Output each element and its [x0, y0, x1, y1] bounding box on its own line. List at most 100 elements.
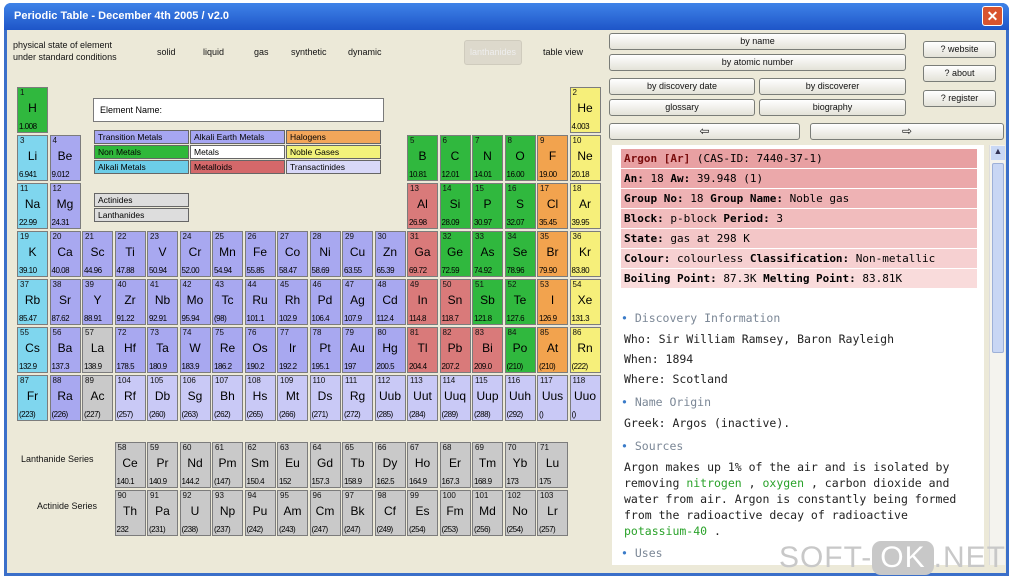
element-cell[interactable]: 81 Tl 204.4 — [407, 327, 438, 373]
element-cell[interactable]: 68 Er 167.3 — [439, 442, 471, 488]
element-cell[interactable]: 53 I 126.9 — [537, 279, 568, 325]
element-cell[interactable]: 88 Ra (226) — [49, 375, 81, 421]
element-cell[interactable]: 113 Uut (284) — [407, 375, 438, 421]
sort-by-name-button[interactable]: by name — [609, 33, 906, 50]
website-button[interactable]: ? website — [923, 41, 996, 58]
state-solid[interactable]: solid — [157, 46, 176, 58]
element-cell[interactable]: 70 Yb 173 — [504, 442, 536, 488]
element-cell[interactable]: 92 U (238) — [179, 490, 211, 536]
element-cell[interactable]: 95 Am (243) — [277, 490, 308, 536]
element-cell[interactable]: 63 Eu 152 — [277, 442, 308, 488]
element-cell[interactable]: 35 Br 79.90 — [537, 231, 568, 277]
element-cell[interactable]: 38 Sr 87.62 — [49, 279, 81, 325]
element-cell[interactable]: 50 Sn 118.7 — [439, 279, 471, 325]
element-cell[interactable]: 66 Dy 162.5 — [374, 442, 406, 488]
element-cell[interactable]: 51 Sb 121.8 — [472, 279, 503, 325]
table-view-button[interactable]: table view — [543, 46, 583, 58]
element-cell[interactable]: 4 Be 9.012 — [49, 135, 81, 181]
element-cell[interactable]: 29 Cu 63.55 — [342, 231, 373, 277]
element-cell[interactable]: 98 Cf (249) — [374, 490, 406, 536]
element-cell[interactable]: 20 Ca 40.08 — [49, 231, 81, 277]
element-cell[interactable]: 71 Lu 175 — [537, 442, 568, 488]
state-liquid[interactable]: liquid — [203, 46, 224, 58]
element-cell[interactable]: 65 Tb 158.9 — [342, 442, 373, 488]
element-cell[interactable]: 36 Kr 83.80 — [569, 231, 601, 277]
element-cell[interactable]: 90 Th 232 — [114, 490, 146, 536]
element-cell[interactable]: 17 Cl 35.45 — [537, 183, 568, 229]
info-scrollbar[interactable]: ▲ — [989, 145, 1005, 565]
element-cell[interactable]: 99 Es (254) — [407, 490, 438, 536]
element-cell[interactable]: 42 Mo 95.94 — [179, 279, 211, 325]
element-cell[interactable]: 93 Np (237) — [212, 490, 243, 536]
element-cell[interactable]: 18 Ar 39.95 — [569, 183, 601, 229]
element-cell[interactable]: 73 Ta 180.9 — [147, 327, 178, 373]
element-cell[interactable]: 57 La 138.9 — [82, 327, 113, 373]
element-cell[interactable]: 1 H 1.008 — [17, 87, 48, 133]
scroll-up-icon[interactable]: ▲ — [991, 146, 1005, 160]
element-cell[interactable]: 31 Ga 69.72 — [407, 231, 438, 277]
element-cell[interactable]: 5 B 10.81 — [407, 135, 438, 181]
next-arrow-button[interactable]: ⇨ — [810, 123, 1004, 140]
element-cell[interactable]: 44 Ru 101.1 — [244, 279, 276, 325]
element-cell[interactable]: 58 Ce 140.1 — [114, 442, 146, 488]
element-cell[interactable]: 6 C 12.01 — [439, 135, 471, 181]
element-cell[interactable]: 52 Te 127.6 — [504, 279, 536, 325]
element-cell[interactable]: 115 Uup (288) — [472, 375, 503, 421]
element-cell[interactable]: 24 Cr 52.00 — [179, 231, 211, 277]
element-cell[interactable]: 78 Pt 195.1 — [309, 327, 341, 373]
element-cell[interactable]: 2 He 4.003 — [569, 87, 601, 133]
element-cell[interactable]: 7 N 14.01 — [472, 135, 503, 181]
glossary-button[interactable]: glossary — [609, 99, 755, 116]
element-cell[interactable]: 103 Lr (257) — [537, 490, 568, 536]
element-cell[interactable]: 86 Rn (222) — [569, 327, 601, 373]
element-cell[interactable]: 62 Sm 150.4 — [244, 442, 276, 488]
element-cell[interactable]: 116 Uuh (292) — [504, 375, 536, 421]
element-cell[interactable]: 41 Nb 92.91 — [147, 279, 178, 325]
element-cell[interactable]: 32 Ge 72.59 — [439, 231, 471, 277]
element-cell[interactable]: 79 Au 197 — [342, 327, 373, 373]
element-cell[interactable]: 19 K 39.10 — [17, 231, 48, 277]
element-cell[interactable]: 12 Mg 24.31 — [49, 183, 81, 229]
lanthanides-button[interactable]: Lanthanides — [94, 208, 189, 222]
element-cell[interactable]: 101 Md (256) — [472, 490, 503, 536]
element-cell[interactable]: 89 Ac (227) — [82, 375, 113, 421]
element-cell[interactable]: 43 Tc (98) — [212, 279, 243, 325]
element-cell[interactable]: 105 Db (260) — [147, 375, 178, 421]
element-cell[interactable]: 11 Na 22.99 — [17, 183, 48, 229]
element-cell[interactable]: 54 Xe 131.3 — [569, 279, 601, 325]
element-cell[interactable]: 13 Al 26.98 — [407, 183, 438, 229]
element-cell[interactable]: 114 Uuq (289) — [439, 375, 471, 421]
element-cell[interactable]: 56 Ba 137.3 — [49, 327, 81, 373]
biography-button[interactable]: biography — [759, 99, 906, 116]
potassium-40-link[interactable]: potassium-40 — [624, 524, 707, 538]
element-cell[interactable]: 87 Fr (223) — [17, 375, 48, 421]
element-cell[interactable]: 46 Pd 106.4 — [309, 279, 341, 325]
element-cell[interactable]: 102 No (254) — [504, 490, 536, 536]
element-cell[interactable]: 59 Pr 140.9 — [147, 442, 178, 488]
element-cell[interactable]: 49 In 114.8 — [407, 279, 438, 325]
element-cell[interactable]: 108 Hs (265) — [244, 375, 276, 421]
element-cell[interactable]: 34 Se 78.96 — [504, 231, 536, 277]
element-cell[interactable]: 111 Rg (272) — [342, 375, 373, 421]
element-cell[interactable]: 118 Uuo () — [569, 375, 601, 421]
element-cell[interactable]: 69 Tm 168.9 — [472, 442, 503, 488]
element-cell[interactable]: 21 Sc 44.96 — [82, 231, 113, 277]
state-synthetic[interactable]: synthetic — [291, 46, 327, 58]
element-cell[interactable]: 97 Bk (247) — [342, 490, 373, 536]
actinides-button[interactable]: Actinides — [94, 193, 189, 207]
state-gas[interactable]: gas — [254, 46, 269, 58]
element-cell[interactable]: 74 W 183.9 — [179, 327, 211, 373]
element-cell[interactable]: 16 S 32.07 — [504, 183, 536, 229]
about-button[interactable]: ? about — [923, 65, 996, 82]
element-cell[interactable]: 94 Pu (242) — [244, 490, 276, 536]
element-cell[interactable]: 107 Bh (262) — [212, 375, 243, 421]
sort-by-discoverer-button[interactable]: by discoverer — [759, 78, 906, 95]
element-cell[interactable]: 9 F 19.00 — [537, 135, 568, 181]
element-cell[interactable]: 104 Rf (257) — [114, 375, 146, 421]
element-cell[interactable]: 45 Rh 102.9 — [277, 279, 308, 325]
element-cell[interactable]: 106 Sg (263) — [179, 375, 211, 421]
element-cell[interactable]: 22 Ti 47.88 — [114, 231, 146, 277]
element-cell[interactable]: 25 Mn 54.94 — [212, 231, 243, 277]
oxygen-link[interactable]: oxygen — [762, 476, 804, 490]
element-cell[interactable]: 27 Co 58.47 — [277, 231, 308, 277]
